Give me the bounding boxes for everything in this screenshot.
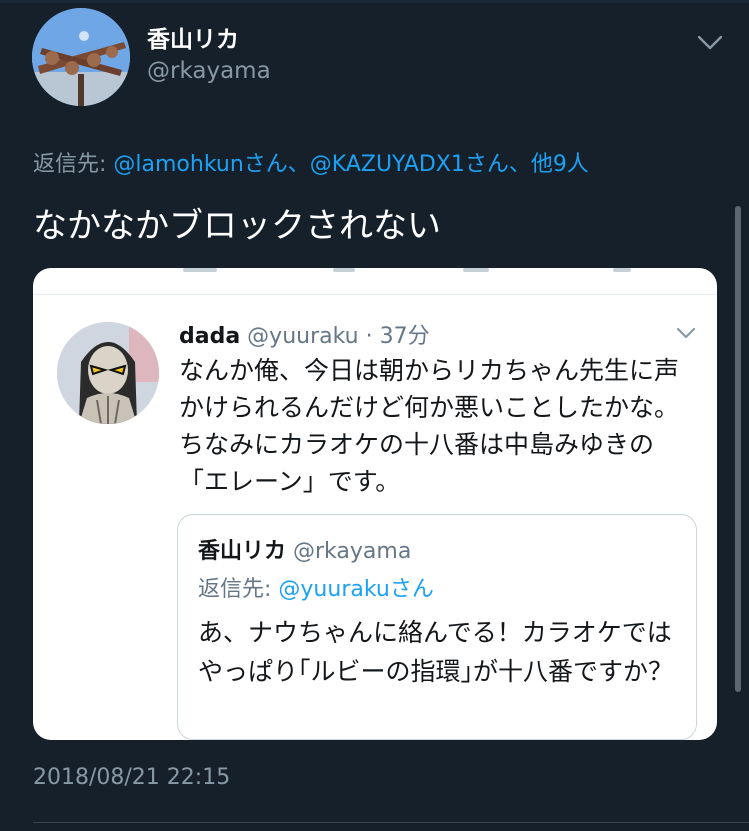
cropped-tweet-edge	[33, 268, 717, 295]
embedded-author-name[interactable]: dada	[179, 324, 240, 349]
avatar-image	[57, 322, 159, 424]
reply-to-line: 返信先: @lamohkunさん、@KAZUYADX1さん、他9人	[33, 146, 589, 178]
author-name[interactable]: 香山リカ	[147, 20, 239, 54]
chevron-down-icon[interactable]	[673, 322, 699, 344]
reply-to-label: 返信先:	[33, 152, 114, 177]
bottom-divider	[33, 822, 749, 823]
quoted-reply-label: 返信先:	[198, 577, 279, 602]
chevron-down-icon[interactable]	[693, 28, 727, 56]
tweet-text: なかなかブロックされない	[33, 206, 441, 246]
tweet-timestamp[interactable]: 2018/08/21 22:15	[33, 765, 230, 790]
embedded-author-meta[interactable]: @yuuraku · 37分	[240, 324, 429, 349]
quoted-author-line: 香山リカ @rkayama	[198, 533, 411, 565]
top-divider	[0, 0, 749, 3]
quoted-tweet-text: あ、ナウちゃんに絡んでる！カラオケではやっぱり｢ルビーの指環｣が十八番ですか？	[198, 618, 674, 686]
embedded-author-line: dada @yuuraku · 37分	[179, 318, 430, 350]
quoted-reply-mention[interactable]: @yuurakuさん	[278, 577, 433, 602]
author-avatar[interactable]	[32, 8, 130, 106]
quoted-author-name: 香山リカ	[198, 539, 287, 564]
quoted-author-handle: @rkayama	[286, 539, 412, 564]
avatar-image	[32, 8, 130, 106]
embedded-tweet-text: なんか俺、今日は朝からリカちゃん先生に声かけられるんだけど何か悪いことしたかな。…	[179, 356, 680, 496]
reply-mentions-link[interactable]: @lamohkunさん、@KAZUYADX1さん、他9人	[113, 152, 588, 177]
quoted-reply-to-line: 返信先: @yuurakuさん	[198, 571, 434, 603]
embedded-tweet-card[interactable]: dada @yuuraku · 37分 なんか俺、今日は朝からリカちゃん先生に声…	[33, 268, 717, 740]
author-handle[interactable]: @rkayama	[147, 58, 271, 84]
scrollbar[interactable]	[735, 206, 741, 692]
quoted-tweet[interactable]: 香山リカ @rkayama 返信先: @yuurakuさん あ、ナウちゃんに絡ん…	[177, 514, 697, 740]
embedded-author-avatar[interactable]	[57, 322, 159, 424]
